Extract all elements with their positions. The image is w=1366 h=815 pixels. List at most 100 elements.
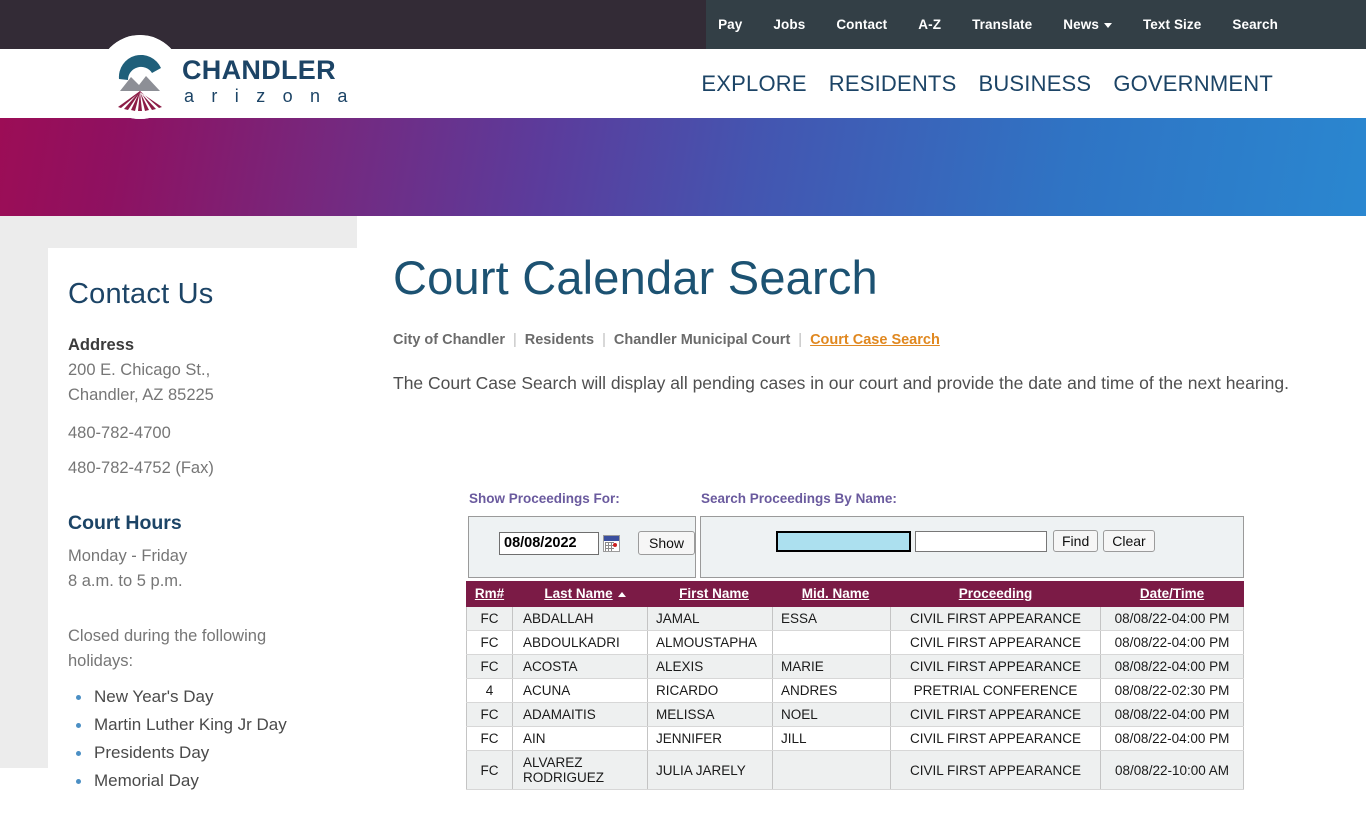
cell-mid: ANDRES [772, 678, 891, 703]
table-row[interactable]: FC AIN JENNIFER JILL CIVIL FIRST APPEARANCE 0… [466, 726, 1244, 751]
cell-mid: MARIE [772, 654, 891, 679]
table-row[interactable]: FC ABDALLAH JAMAL ESSA CIVIL FIRST APPEARANC… [466, 606, 1244, 631]
topbar-link-search[interactable]: Search [1232, 17, 1278, 32]
cell-first: JULIA JARELY [647, 750, 773, 790]
table-row[interactable]: 4 ACUNA RICARDO ANDRES PRETRIAL CONFERENCE 08… [466, 678, 1244, 703]
topbar-link-label: Text Size [1142, 17, 1202, 32]
cell-proceeding: CIVIL FIRST APPEARANCE [890, 654, 1101, 679]
topbar-link-news[interactable]: News [1063, 17, 1112, 32]
phone-link[interactable]: 480-782-4700 [68, 424, 333, 443]
clear-button[interactable]: Clear [1103, 530, 1155, 552]
cell-last: ACOSTA [512, 654, 648, 679]
topbar-link-label: Jobs [773, 17, 806, 32]
topbar-link-label: Contact [836, 17, 888, 32]
column-header-rm-[interactable]: Rm# [466, 581, 513, 607]
column-header-last-name[interactable]: Last Name [512, 581, 648, 607]
column-header-mid-name[interactable]: Mid. Name [772, 581, 891, 607]
topbar-link-label: Pay [718, 17, 743, 32]
cell-rm: FC [466, 606, 513, 631]
cell-mid [772, 750, 891, 790]
holiday-list: New Year's Day Martin Luther King Jr Day P… [68, 683, 333, 795]
holiday-list-item: Martin Luther King Jr Day [68, 711, 333, 739]
cell-proceeding: CIVIL FIRST APPEARANCE [890, 702, 1101, 727]
top-utility-links: Pay Jobs Contact A-Z Translate News Text Size S… [706, 0, 1366, 49]
topbar-link-label: A-Z [918, 17, 942, 32]
cell-first: JENNIFER [647, 726, 773, 751]
cell-proceeding: CIVIL FIRST APPEARANCE [890, 630, 1101, 655]
cell-datetime: 08/08/22-04:00 PM [1100, 654, 1244, 679]
column-header-proceeding[interactable]: Proceeding [890, 581, 1101, 607]
show-button[interactable]: Show [638, 531, 696, 555]
cell-last: ALVAREZ RODRIGUEZ [512, 750, 648, 790]
column-header-date-time[interactable]: Date/Time [1100, 581, 1244, 607]
topbar-link-translate[interactable]: Translate [972, 17, 1032, 32]
column-header-label: Mid. Name [801, 586, 870, 601]
mainnav-item-explore[interactable]: EXPLORE [701, 71, 806, 97]
cell-rm: FC [466, 750, 513, 790]
mainnav-item-residents[interactable]: RESIDENTS [829, 71, 957, 97]
cell-rm: FC [466, 702, 513, 727]
breadcrumb-item-city-of-chandler[interactable]: City of Chandler [393, 332, 505, 348]
holiday-list-item: New Year's Day [68, 683, 333, 711]
first-name-input[interactable] [915, 530, 1047, 552]
topbar-link-a-z[interactable]: A-Z [918, 17, 941, 32]
show-proceedings-panel: Show [468, 516, 696, 578]
breadcrumb-separator: | [512, 331, 517, 348]
cell-last: AIN [512, 726, 648, 751]
table-row[interactable]: FC ACOSTA ALEXIS MARIE CIVIL FIRST APPEARANC… [466, 654, 1244, 679]
holiday-list-item: Presidents Day [68, 739, 333, 767]
topbar-link-label: News [1063, 17, 1099, 32]
topbar-link-label: Translate [972, 17, 1033, 32]
calendar-icon[interactable] [603, 534, 620, 552]
last-name-input[interactable] [776, 530, 911, 552]
column-header-first-name[interactable]: First Name [647, 581, 773, 607]
cell-datetime: 08/08/22-04:00 PM [1100, 726, 1244, 751]
column-header-label: Proceeding [958, 586, 1033, 601]
main-navigation: EXPLORE RESIDENTS BUSINESS GOVERNMENT [666, 49, 1366, 118]
court-hours-times: 8 a.m. to 5 p.m. [68, 572, 183, 590]
search-panels: Show Find Clear [466, 516, 1246, 578]
breadcrumb-separator: | [798, 331, 803, 348]
logo-arizona-text: a r i z o n a [184, 86, 354, 106]
breadcrumb: City of Chandler | Residents | Chandler Muni… [393, 332, 1326, 348]
cell-proceeding: CIVIL FIRST APPEARANCE [890, 606, 1101, 631]
cell-last: ADAMAITIS [512, 702, 648, 727]
cell-first: MELISSA [647, 702, 773, 727]
name-row: Find Clear [701, 517, 1243, 552]
chevron-down-icon [1103, 22, 1112, 28]
topbar-link-text-size[interactable]: Text Size [1143, 17, 1201, 32]
cell-first: JAMAL [647, 606, 773, 631]
table-row[interactable]: FC ALVAREZ RODRIGUEZ JULIA JARELY CIVIL FIR… [466, 750, 1244, 790]
breadcrumb-item-chandler-municipal-court[interactable]: Chandler Municipal Court [614, 332, 790, 348]
table-row[interactable]: FC ADAMAITIS MELISSA NOEL CIVIL FIRST APPEAR… [466, 702, 1244, 727]
cell-first: RICARDO [647, 678, 773, 703]
cell-last: ABDALLAH [512, 606, 648, 631]
fax-link[interactable]: 480-782-4752 (Fax) [68, 459, 333, 478]
table-row[interactable]: FC ABDOULKADRI ALMOUSTAPHA CIVIL FIRST APPE… [466, 630, 1244, 655]
mainnav-item-business[interactable]: BUSINESS [978, 71, 1091, 97]
find-button[interactable]: Find [1053, 530, 1099, 552]
court-hours-title: Court Hours [68, 512, 182, 534]
cell-datetime: 08/08/22-02:30 PM [1100, 678, 1244, 703]
breadcrumb-item-residents[interactable]: Residents [525, 332, 594, 348]
cell-rm: 4 [466, 678, 513, 703]
court-hours-days: Monday - Friday [68, 547, 188, 565]
hero-banner [0, 118, 1366, 216]
results-table-body: FC ABDALLAH JAMAL ESSA CIVIL FIRST APPEARANC… [466, 606, 1244, 790]
cell-mid: JILL [772, 726, 891, 751]
breadcrumb-item-court-case-search[interactable]: Court Case Search [810, 332, 940, 348]
mainnav-item-government[interactable]: GOVERNMENT [1113, 71, 1273, 97]
breadcrumb-separator: | [602, 331, 606, 348]
topbar-link-jobs[interactable]: Jobs [773, 17, 805, 32]
chandler-logo-badge[interactable] [98, 35, 182, 119]
date-input[interactable] [499, 531, 599, 555]
topbar-link-label: Search [1232, 17, 1278, 32]
results-table: Rm# Last Name First Name Mid. Name Proceedin… [466, 581, 1244, 790]
topbar-link-pay[interactable]: Pay [718, 17, 742, 32]
date-row: Show [469, 517, 696, 555]
cell-proceeding: CIVIL FIRST APPEARANCE [890, 726, 1101, 751]
cell-datetime: 08/08/22-04:00 PM [1100, 702, 1244, 727]
search-by-name-label: Search Proceedings By Name: [701, 491, 897, 506]
cell-proceeding: PRETRIAL CONFERENCE [890, 678, 1101, 703]
topbar-link-contact[interactable]: Contact [836, 17, 887, 32]
